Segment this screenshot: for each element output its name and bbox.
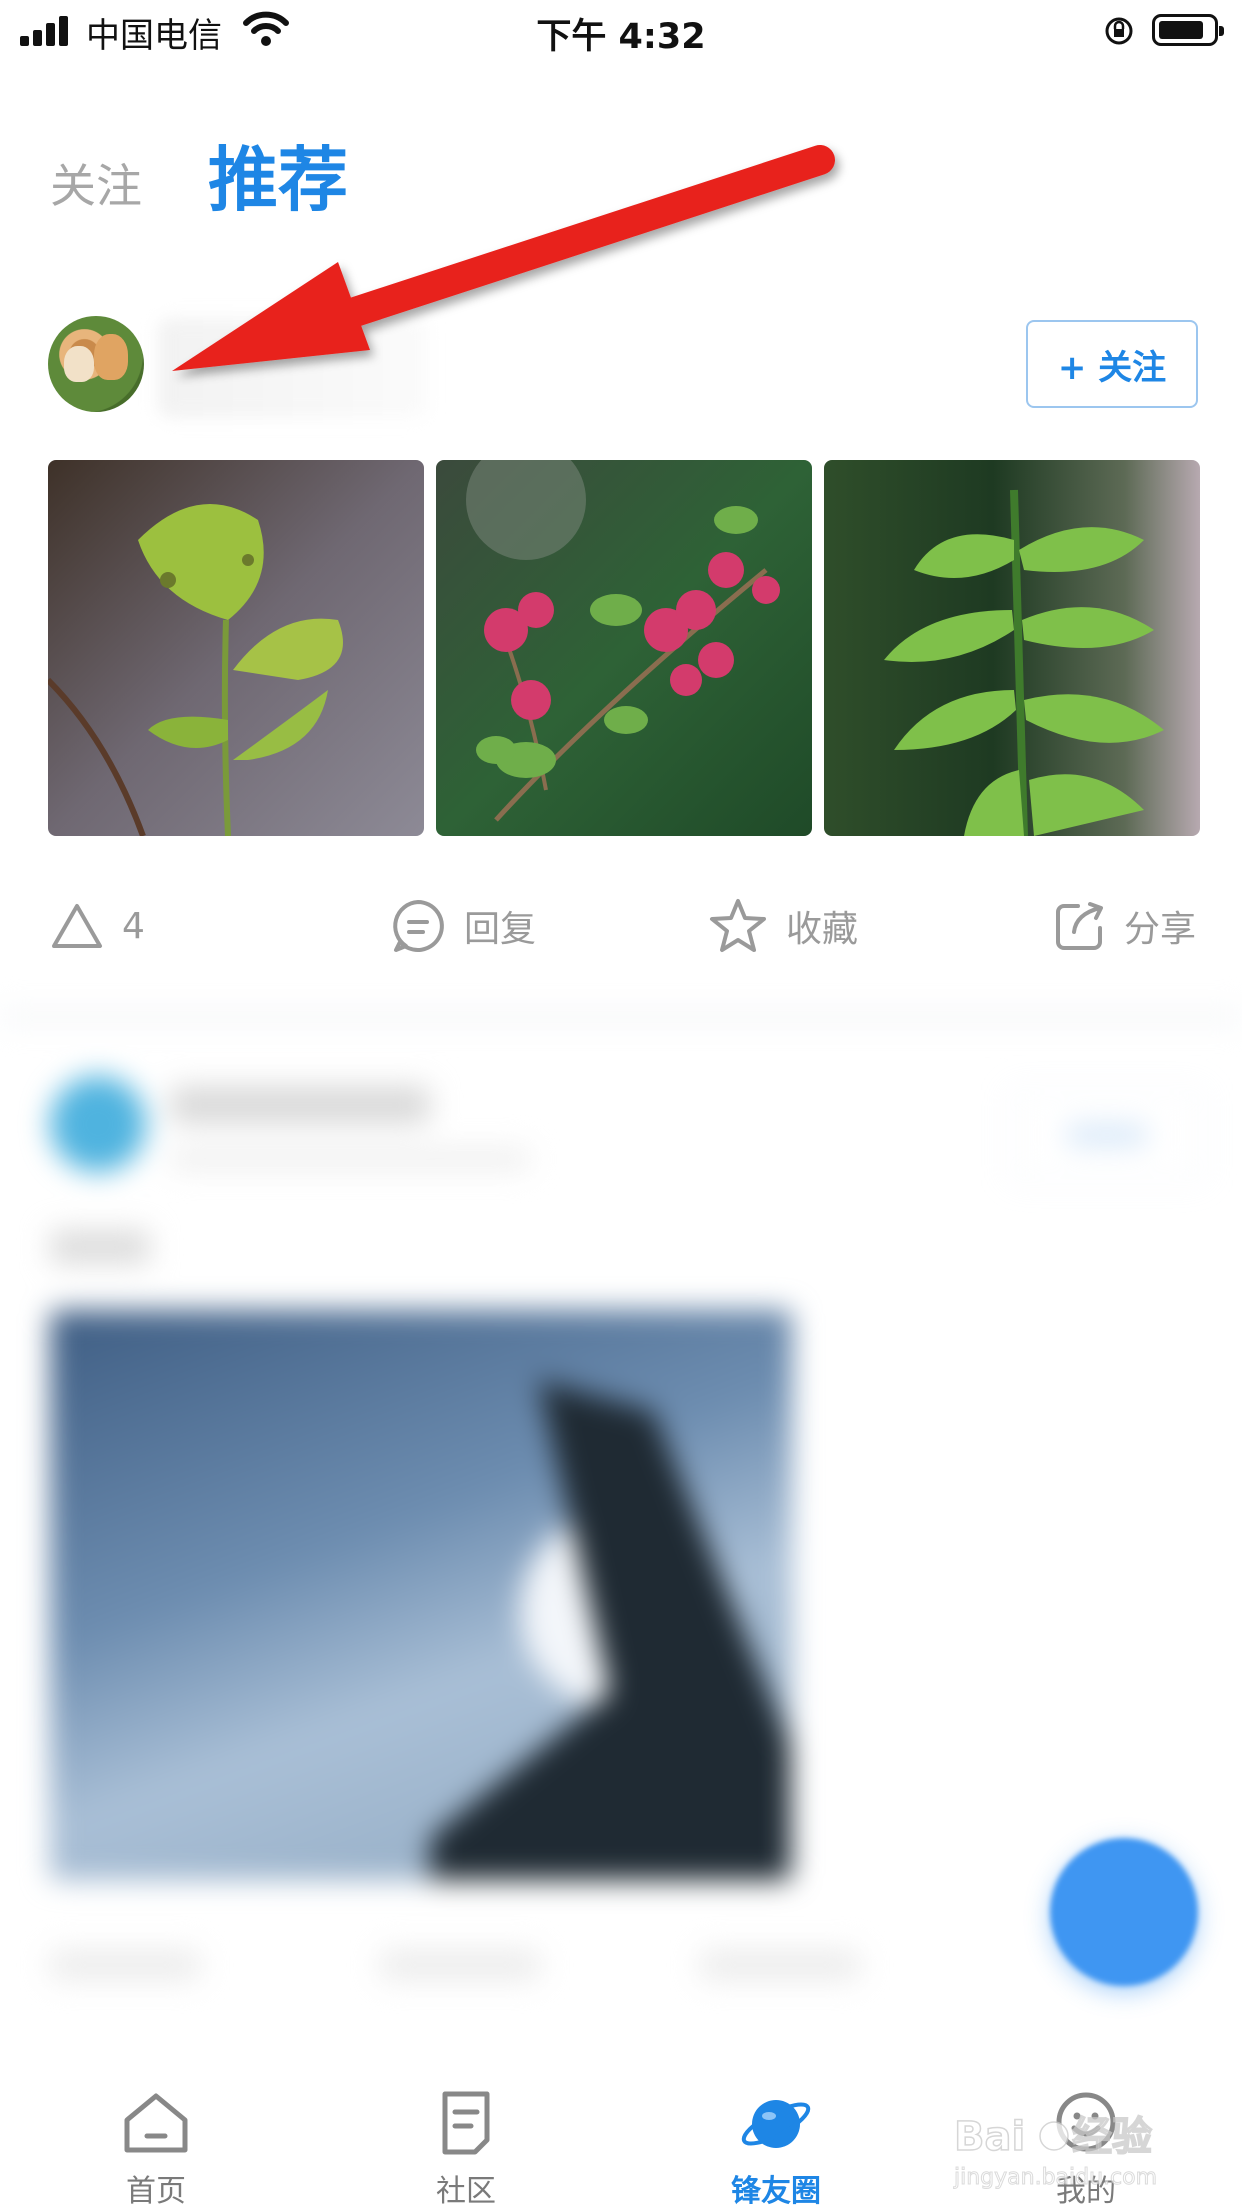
tab-home[interactable]: 首页	[66, 2090, 246, 2209]
post-photo-green-leaves[interactable]	[824, 460, 1200, 836]
planet-icon	[741, 2100, 811, 2148]
reply-label: 回复	[464, 909, 537, 950]
avatar[interactable]	[48, 316, 144, 412]
post-photo-blurred	[50, 1310, 792, 1880]
reply-action[interactable]: 回复	[390, 896, 536, 956]
favorite-action[interactable]: 收藏	[708, 896, 858, 956]
home-icon	[124, 2093, 188, 2153]
tab-recommend[interactable]: 推荐	[208, 124, 348, 225]
share-label: 分享	[1124, 909, 1197, 950]
rotation-lock-icon	[1105, 17, 1133, 45]
baidu-jingyan-watermark: Bai 经验 jingyan.baidu.com	[953, 2113, 1158, 2190]
battery-icon	[1152, 14, 1224, 46]
username-blurred	[158, 318, 428, 418]
status-time: 下午 4:32	[536, 17, 706, 57]
follow-button-blurred	[1010, 1090, 1204, 1180]
community-icon	[442, 2091, 490, 2155]
tab-follow[interactable]: 关注	[50, 150, 142, 216]
like-count: 4	[122, 905, 145, 947]
svg-text:经验: 经验	[1072, 2114, 1152, 2160]
svg-text:Bai: Bai	[954, 2114, 1025, 2160]
share-action[interactable]: 分享	[1054, 896, 1196, 956]
favorite-label: 收藏	[786, 909, 859, 950]
status-bar: 中国电信 下午 4:32	[0, 0, 1242, 62]
tab-circle-label: 锋友圈	[731, 2174, 821, 2209]
like-action[interactable]: 4	[50, 896, 145, 956]
tab-circle[interactable]: 锋友圈	[686, 2090, 866, 2209]
svg-text:jingyan.baidu.com: jingyan.baidu.com	[953, 2165, 1157, 2190]
tab-community[interactable]: 社区	[376, 2090, 556, 2209]
follow-button[interactable]: + 关注	[1026, 320, 1198, 408]
tab-community-label: 社区	[436, 2174, 496, 2209]
comment-icon	[393, 900, 444, 952]
tab-home-label: 首页	[126, 2174, 186, 2209]
compose-fab-button[interactable]	[1050, 1838, 1198, 1986]
star-icon	[710, 899, 766, 952]
post-photo-leaf[interactable]	[48, 460, 424, 836]
post-photo-bougainvillea[interactable]	[436, 460, 812, 836]
like-triangle-icon	[52, 904, 102, 948]
share-icon	[1056, 902, 1103, 950]
avatar-blurred	[50, 1076, 146, 1172]
